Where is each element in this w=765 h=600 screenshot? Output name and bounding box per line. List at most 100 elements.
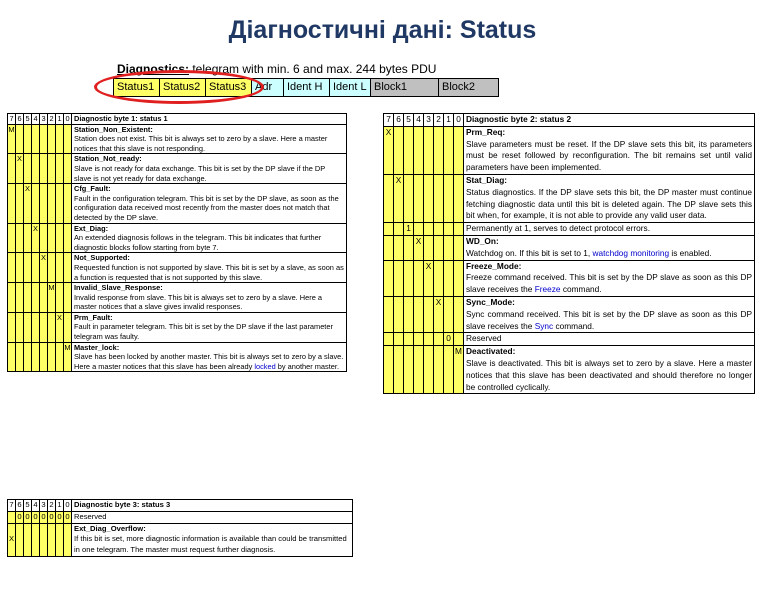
bit-cell (443, 259, 454, 297)
bit-cell (403, 295, 414, 334)
row-description: Freeze_Mode: Freeze command received. Thi… (463, 259, 755, 297)
reference-link[interactable]: locked (254, 362, 275, 371)
bit-cell (383, 173, 394, 224)
bit-cell (7, 341, 16, 373)
bit-cell: X (39, 252, 48, 284)
diagnostics-caption-text: telegram with min. 6 and max. 244 bytes … (189, 62, 437, 76)
table-row: M Invalid_Slave_Response: Invalid response… (7, 282, 347, 313)
bit-text: Slave parameters must be reset. If the D… (466, 138, 752, 173)
pdu-cell-status2: Status2 (160, 78, 206, 97)
bit-cell (55, 183, 64, 224)
bit-cell (433, 222, 444, 236)
bit-cell (403, 259, 414, 297)
reference-link[interactable]: Freeze (535, 284, 561, 294)
bit-text: Reserved (466, 333, 502, 344)
bit-text: An extended diagnosis follows in the tel… (74, 233, 322, 252)
table-row: X Freeze_Mode: Freeze command received. Th… (383, 259, 755, 297)
pdu-cell-block2: Block2 (439, 78, 499, 97)
bit-cell (7, 311, 16, 343)
bit-cell (453, 259, 464, 297)
bit-cell (393, 125, 404, 175)
bit-number: 6 (393, 113, 404, 127)
bit-name: Cfg_Fault: (74, 184, 111, 194)
bit-cell (39, 282, 48, 313)
bit-cell (453, 295, 464, 334)
pdu-cell-status3: Status3 (206, 78, 252, 97)
bit-cell (383, 295, 394, 334)
pdu-structure-bar: Status1 Status2 Status3 Adr Ident H Iden… (113, 78, 499, 97)
bit-number: 2 (47, 113, 56, 125)
reference-link[interactable]: Sync (535, 321, 553, 331)
row-description: Prm_Req: Slave parameters must be reset. … (463, 125, 755, 175)
bit-cell (433, 125, 444, 175)
pdu-cell-ident-l: Ident L (330, 78, 371, 97)
bit-cell (453, 173, 464, 224)
table-row: 0 0 0 0 0 0 0 Reserved (7, 510, 353, 524)
bit-name: Freeze_Mode: (466, 260, 522, 271)
bit-cell (413, 295, 424, 334)
bit-cell: 1 (403, 222, 414, 236)
bit-cell (39, 311, 48, 343)
bit-cell (7, 222, 16, 254)
bit-cell (39, 183, 48, 224)
bit-cell: X (55, 311, 64, 343)
bit-cell (453, 125, 464, 175)
bit-cell: 0 (31, 510, 40, 524)
row-description: Sync_Mode: Sync command received. This bi… (463, 295, 755, 334)
bit-cell (7, 282, 16, 313)
bit-cell (393, 259, 404, 297)
bit-cell (433, 345, 444, 395)
bit-cell (55, 282, 64, 313)
bit-cell: X (7, 522, 16, 557)
bit-text: is enabled. (669, 247, 712, 258)
table-header-row: 7 6 5 4 3 2 1 0 Diagnostic byte 2: statu… (383, 113, 755, 127)
table-row: M Master_lock: Slave has been locked by an… (7, 341, 347, 373)
bit-text: Fault in the configuration telegram. Thi… (74, 193, 339, 222)
bit-number: 5 (403, 113, 414, 127)
bit-cell (31, 183, 40, 224)
bit-cell (55, 153, 64, 185)
bit-name: WD_On: (466, 235, 499, 246)
bit-cell (403, 234, 414, 261)
row-description: Ext_Diag: An extended diagnosis follows i… (71, 222, 347, 254)
bit-cell (393, 222, 404, 236)
bit-name: Not_Supported: (74, 253, 130, 263)
bit-cell (31, 341, 40, 373)
bit-cell (433, 173, 444, 224)
bit-name: Master_lock: (74, 342, 120, 352)
bit-cell: X (15, 153, 24, 185)
bit-cell (383, 259, 394, 297)
bit-name: Prm_Fault: (74, 312, 113, 322)
page-title: Діагностичні дані: Status (228, 16, 537, 44)
bit-number: 1 (55, 499, 64, 512)
bit-text: Slave is deactivated. This bit is always… (466, 357, 752, 392)
bit-cell (413, 259, 424, 297)
bit-cell (15, 522, 24, 557)
bit-cell (55, 341, 64, 373)
reference-link[interactable]: watchdog monitoring (593, 248, 670, 258)
bit-cell (63, 123, 72, 155)
bit-cell (423, 222, 434, 236)
table-row: X Prm_Req: Slave parameters must be reset.… (383, 125, 755, 175)
table-row: 0 Reserved (383, 332, 755, 347)
bit-cell (413, 173, 424, 224)
bit-cell (31, 522, 40, 557)
table-header-row: 7 6 5 4 3 2 1 0 Diagnostic byte 1: statu… (7, 113, 347, 125)
pdu-cell-ident-h: Ident H (284, 78, 330, 97)
row-description: Reserved (463, 332, 755, 347)
bit-name: Prm_Req: (466, 126, 506, 137)
table-row: X Stat_Diag: Status diagnostics. If the DP… (383, 173, 755, 224)
bit-cell (63, 222, 72, 254)
bit-cell (443, 222, 454, 236)
bit-cell (443, 173, 454, 224)
bit-number: 7 (383, 113, 394, 127)
bit-number: 1 (55, 113, 64, 125)
row-description: Prm_Fault: Fault in parameter telegram. T… (71, 311, 347, 343)
bit-cell (423, 173, 434, 224)
table-row: X Ext_Diag_Overflow: If this bit is set,… (7, 522, 353, 557)
bit-name: Sync_Mode: (466, 296, 515, 307)
bit-cell (433, 332, 444, 347)
bit-text: by another master. (275, 361, 339, 371)
bit-number: 0 (453, 113, 464, 127)
bit-cell (443, 234, 454, 261)
